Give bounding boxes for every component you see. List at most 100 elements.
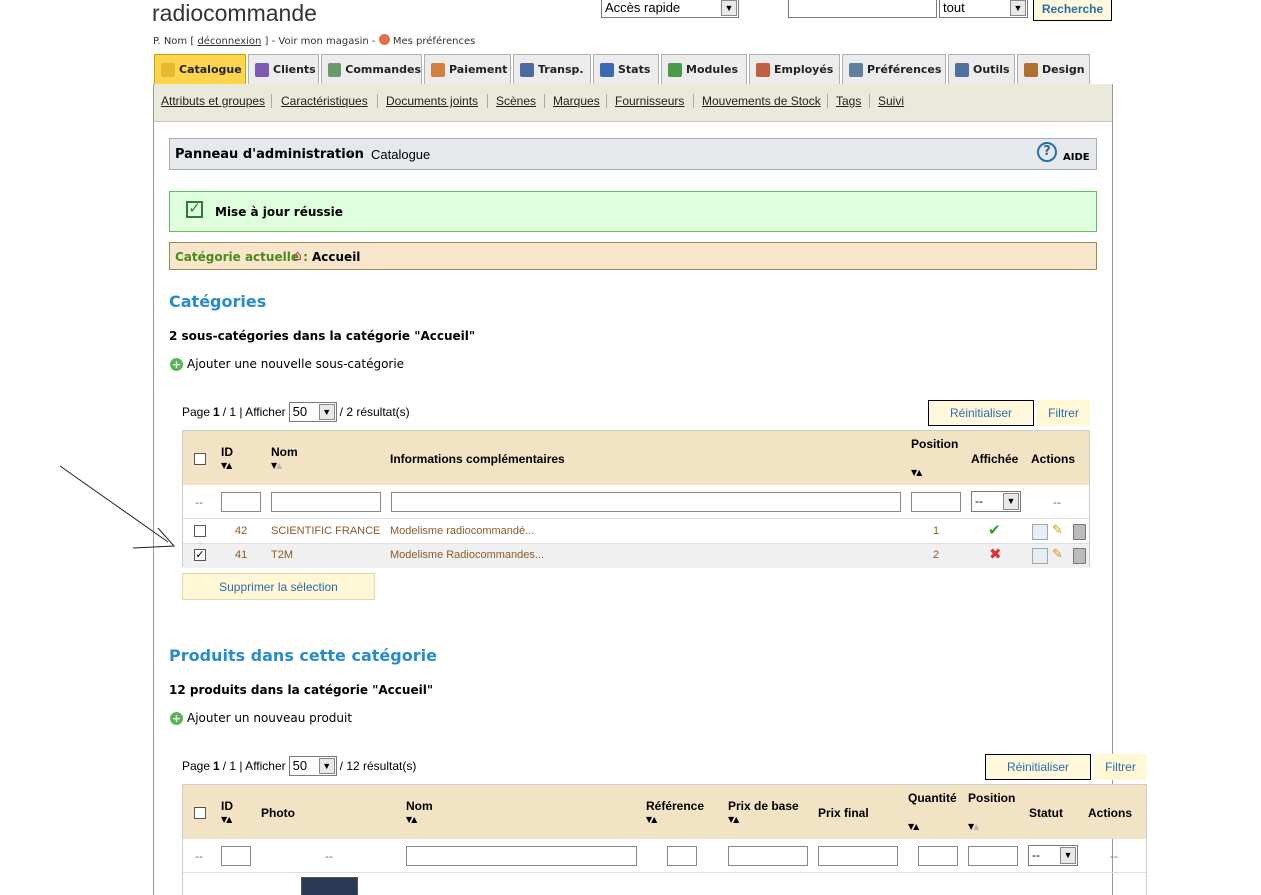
- current-category-link[interactable]: Accueil: [312, 250, 360, 264]
- view-icon[interactable]: [1032, 524, 1048, 540]
- products-table: ID ▼▲ Photo Nom ▼▲ Référence ▼▲ Prix de …: [182, 784, 1147, 895]
- filter-position-input[interactable]: [911, 492, 961, 512]
- row-info[interactable]: Modelisme Radiocommandes...: [390, 549, 544, 561]
- categories-per-page-select[interactable]: 50 ▼: [288, 402, 337, 422]
- categories-reset-button[interactable]: Réinitialiser: [928, 400, 1034, 426]
- delete-selection-button[interactable]: Supprimer la sélection: [182, 573, 375, 600]
- categories-count: 2 sous-catégories dans la catégorie "Acc…: [169, 329, 476, 343]
- tab-design[interactable]: Design: [1017, 54, 1090, 84]
- chevron-down-icon: ▼: [1010, 0, 1026, 16]
- subnav-tags[interactable]: Tags: [836, 94, 861, 108]
- breadcrumb-current: Catalogue: [371, 147, 431, 162]
- row-checkbox[interactable]: ✓: [194, 549, 206, 561]
- logout-link[interactable]: déconnexion: [197, 36, 261, 47]
- categories-filter-button[interactable]: Filtrer: [1037, 400, 1090, 426]
- chevron-down-icon: ▼: [318, 404, 335, 420]
- products-filter-button[interactable]: Filtrer: [1094, 754, 1147, 780]
- subnav-suppliers[interactable]: Fournisseurs: [615, 94, 684, 108]
- filter-final-price-input[interactable]: [818, 846, 898, 866]
- filter-id-input[interactable]: [221, 846, 251, 866]
- filter-name-input[interactable]: [406, 846, 637, 866]
- row-name[interactable]: SCIENTIFIC FRANCE: [271, 525, 380, 537]
- tab-employés[interactable]: Employés: [749, 54, 840, 84]
- subnav-scenes[interactable]: Scènes: [496, 94, 536, 108]
- filter-id-input[interactable]: [221, 492, 261, 512]
- subnav-features[interactable]: Caractéristiques: [281, 94, 368, 108]
- products-per-page-select[interactable]: 50 ▼: [288, 756, 337, 776]
- sort-quantity-arrows[interactable]: ▼▲: [908, 822, 919, 831]
- delete-icon[interactable]: [1073, 548, 1086, 564]
- tab-modules[interactable]: Modules: [661, 54, 747, 84]
- tab-paiement[interactable]: Paiement: [424, 54, 511, 84]
- sort-position-arrows[interactable]: ▼▲: [911, 468, 922, 477]
- search-button[interactable]: Recherche: [1033, 0, 1112, 21]
- sort-position-arrows[interactable]: ▼▲: [968, 822, 979, 831]
- search-input[interactable]: [788, 0, 937, 18]
- pref-icon: [849, 62, 863, 77]
- subnav-attributes[interactable]: Attributs et groupes: [161, 94, 265, 108]
- products-reset-button[interactable]: Réinitialiser: [985, 754, 1091, 780]
- tab-label: Commandes: [345, 63, 421, 76]
- filter-name-input[interactable]: [271, 492, 381, 512]
- home-icon: ⌂: [293, 248, 302, 264]
- filter-status-select[interactable]: -- ▼: [1028, 845, 1078, 866]
- sort-reference-arrows[interactable]: ▼▲: [646, 815, 657, 824]
- tab-outils[interactable]: Outils: [948, 54, 1015, 84]
- search-scope-select[interactable]: tout ▼: [939, 0, 1028, 18]
- puzzle-icon: [668, 62, 682, 77]
- row-name[interactable]: T2M: [271, 549, 293, 561]
- tab-commandes[interactable]: Commandes: [321, 54, 422, 84]
- row-checkbox[interactable]: [194, 525, 206, 537]
- row-id[interactable]: 42: [235, 525, 247, 537]
- tab-préférences[interactable]: Préférences: [842, 54, 946, 84]
- tab-label: Catalogue: [179, 63, 242, 76]
- sort-id-arrows[interactable]: ▼▲: [221, 815, 232, 824]
- add-subcategory-link[interactable]: + Ajouter une nouvelle sous-catégorie: [170, 357, 404, 371]
- filter-info-input[interactable]: [391, 492, 901, 512]
- sort-name-arrows[interactable]: ▼▲: [406, 815, 417, 824]
- help-label[interactable]: AIDE: [1063, 152, 1090, 163]
- select-all-checkbox[interactable]: [194, 807, 206, 819]
- sort-base-price-arrows[interactable]: ▼▲: [728, 815, 739, 824]
- edit-icon[interactable]: ✎: [1052, 523, 1066, 538]
- subnav-attachments[interactable]: Documents joints: [386, 94, 478, 108]
- sort-name-arrows[interactable]: ▼▲: [271, 461, 282, 470]
- tab-label: Stats: [618, 63, 651, 76]
- tab-stats[interactable]: Stats: [593, 54, 659, 84]
- tab-transp[interactable]: Transp.: [513, 54, 591, 84]
- filter-reference-input[interactable]: [667, 846, 697, 866]
- filter-shown-select[interactable]: -- ▼: [971, 491, 1021, 512]
- filter-quantity-input[interactable]: [918, 846, 958, 866]
- select-all-checkbox[interactable]: [194, 453, 206, 465]
- delete-icon[interactable]: [1073, 524, 1086, 540]
- edit-icon[interactable]: ✎: [1052, 547, 1066, 562]
- cart-icon: [328, 62, 342, 77]
- cross-red-icon[interactable]: ✖: [989, 545, 1002, 563]
- quick-access-select[interactable]: Accès rapide ▼: [601, 0, 739, 18]
- breadcrumb-root[interactable]: Panneau d'administration: [175, 147, 364, 162]
- subnav-tracking[interactable]: Suivi: [878, 94, 904, 108]
- row-position[interactable]: 2: [933, 549, 939, 561]
- subnav-stock-movements[interactable]: Mouvements de Stock: [702, 94, 821, 108]
- chevron-down-icon: ▼: [1003, 493, 1019, 510]
- help-icon[interactable]: ?: [1037, 142, 1057, 162]
- sort-id-arrows[interactable]: ▼▲: [221, 461, 232, 470]
- row-id[interactable]: 41: [235, 549, 247, 561]
- my-preferences-link[interactable]: Mes préférences: [393, 36, 475, 47]
- row-info[interactable]: Modelisme radiocommandé...: [390, 525, 534, 537]
- view-icon[interactable]: [1032, 548, 1048, 564]
- folder-icon: [161, 62, 175, 77]
- annotation-arrow: [59, 465, 176, 549]
- product-photo[interactable]: [301, 877, 358, 895]
- tab-catalogue[interactable]: Catalogue: [154, 54, 246, 84]
- subnav-brands[interactable]: Marques: [553, 94, 600, 108]
- tab-clients[interactable]: Clients: [248, 54, 319, 84]
- filter-position-input[interactable]: [968, 846, 1018, 866]
- check-green-icon[interactable]: ✔: [988, 521, 1001, 539]
- tab-label: Outils: [973, 63, 1010, 76]
- row-position[interactable]: 1: [933, 525, 939, 537]
- filter-base-price-input[interactable]: [728, 846, 808, 866]
- categories-title: Catégories: [169, 292, 267, 311]
- add-product-link[interactable]: + Ajouter un nouveau produit: [170, 711, 352, 725]
- products-count: 12 produits dans la catégorie "Accueil": [169, 683, 434, 697]
